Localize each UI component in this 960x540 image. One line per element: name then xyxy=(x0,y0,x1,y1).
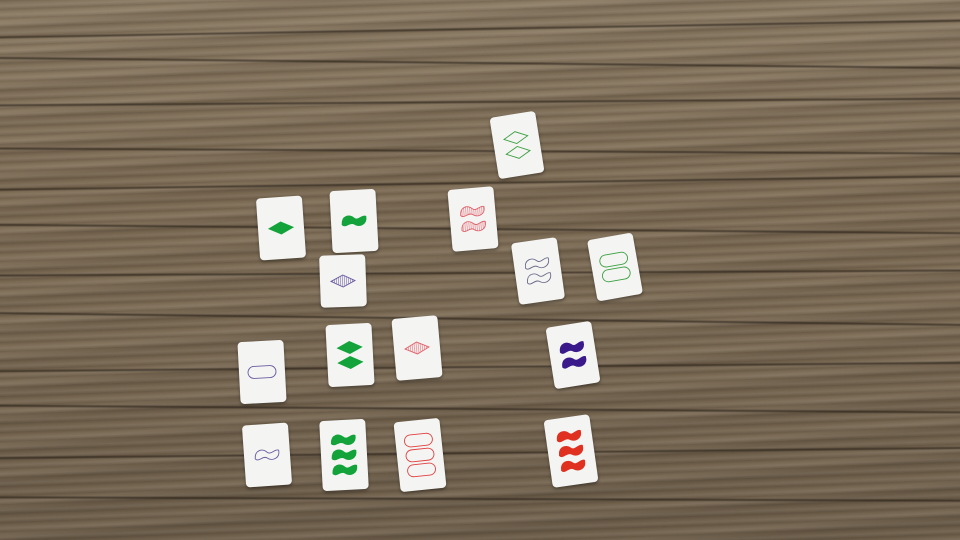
card[interactable] xyxy=(510,237,566,305)
squiggle-symbol-group xyxy=(254,449,280,461)
squiggle-symbol xyxy=(254,449,280,461)
diamond-symbol xyxy=(502,131,529,145)
squiggle-symbol-group xyxy=(460,205,486,232)
squiggle-symbol xyxy=(562,355,587,369)
diamond-symbol xyxy=(404,341,430,355)
card[interactable] xyxy=(237,339,287,405)
oval-symbol xyxy=(602,266,631,283)
diamond-symbol xyxy=(337,355,364,370)
diamond-symbol-group xyxy=(404,341,430,355)
squiggle-symbol xyxy=(561,459,586,472)
card[interactable] xyxy=(255,195,307,261)
squiggle-symbol-group xyxy=(330,434,358,476)
diamond-symbol xyxy=(336,340,363,355)
card[interactable] xyxy=(319,418,369,492)
oval-symbol xyxy=(407,462,436,478)
squiggle-symbol-group xyxy=(524,257,552,285)
oval-symbol xyxy=(247,365,277,379)
squiggle-symbol xyxy=(332,464,358,476)
squiggle-symbol-group xyxy=(556,429,586,472)
squiggle-symbol xyxy=(527,272,552,285)
diamond-symbol-group xyxy=(502,131,532,159)
card[interactable] xyxy=(545,320,601,390)
card[interactable] xyxy=(391,315,443,381)
squiggle-symbol xyxy=(341,215,367,227)
oval-symbol-group xyxy=(404,432,436,478)
card[interactable] xyxy=(543,414,599,488)
card[interactable] xyxy=(393,417,447,493)
squiggle-symbol xyxy=(556,429,582,443)
squiggle-symbol xyxy=(461,220,486,232)
squiggle-symbol xyxy=(460,205,485,218)
squiggle-symbol xyxy=(558,444,584,458)
card[interactable] xyxy=(329,188,379,254)
diamond-symbol-group xyxy=(267,221,295,235)
oval-symbol xyxy=(405,447,435,463)
card[interactable] xyxy=(489,110,545,180)
squiggle-symbol xyxy=(330,434,356,446)
squiggle-symbol-group xyxy=(341,215,367,227)
diamond-symbol-group xyxy=(336,340,364,370)
squiggle-symbol xyxy=(559,341,584,354)
oval-symbol xyxy=(404,432,433,448)
card[interactable] xyxy=(241,422,293,488)
diamond-symbol-group xyxy=(330,274,356,288)
diamond-symbol xyxy=(505,145,532,159)
wooden-table xyxy=(0,0,960,540)
oval-symbol xyxy=(599,251,628,268)
diamond-symbol xyxy=(330,274,356,288)
squiggle-symbol xyxy=(331,449,357,461)
squiggle-symbol xyxy=(524,257,550,270)
oval-symbol-group xyxy=(247,365,277,379)
card[interactable] xyxy=(325,322,375,388)
squiggle-symbol-group xyxy=(559,341,587,369)
diamond-symbol xyxy=(267,221,295,235)
card[interactable] xyxy=(447,186,499,252)
card[interactable] xyxy=(319,254,367,308)
